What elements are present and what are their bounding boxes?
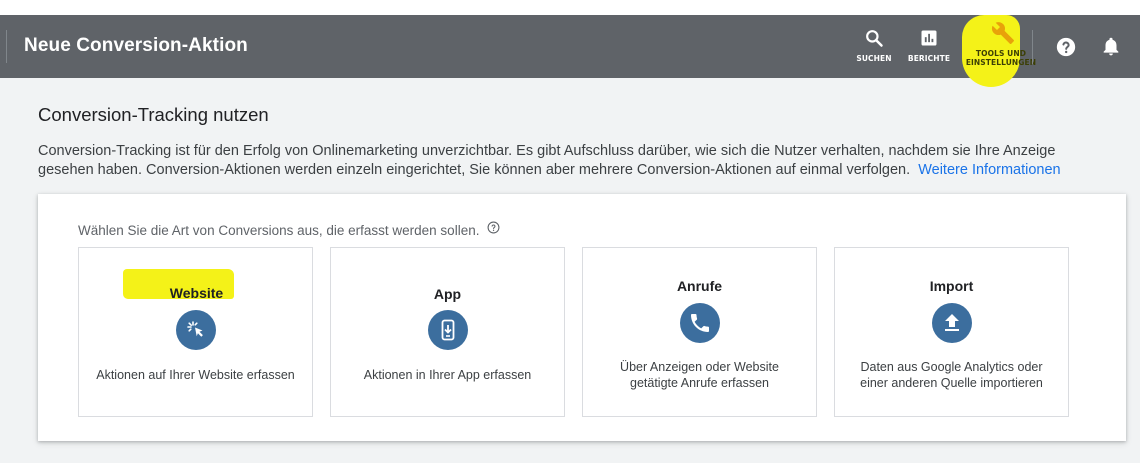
search-icon <box>864 28 884 53</box>
notifications-button[interactable] <box>1097 15 1125 78</box>
prompt-text: Wählen Sie die Art von Conversions aus, … <box>78 223 480 238</box>
wrench-icon <box>991 21 1015 50</box>
option-app[interactable]: App Aktionen in Ihrer App erfassen <box>330 247 565 417</box>
bell-icon <box>1101 36 1121 63</box>
conversion-type-prompt: Wählen Sie die Art von Conversions aus, … <box>78 221 500 238</box>
option-description: Aktionen in Ihrer App erfassen <box>363 368 532 382</box>
section-title: Conversion-Tracking nutzen <box>38 104 269 125</box>
search-label: SUCHEN <box>856 54 892 63</box>
help-button[interactable] <box>1052 15 1080 78</box>
option-description: Über Anzeigen oder Website getätigte Anr… <box>620 360 779 390</box>
tools-label-line-1: TOOLS UND <box>975 49 1027 58</box>
page-title: Neue Conversion-Aktion <box>24 35 248 56</box>
tools-label-line-2: EINSTELLUNGEN <box>965 58 1037 67</box>
option-title: App <box>433 286 462 302</box>
option-import[interactable]: Import Daten aus Google Analytics oder e… <box>834 247 1069 417</box>
tools-and-settings-button[interactable]: TOOLS UND EINSTELLUNGEN <box>961 15 1037 78</box>
help-icon <box>1055 36 1077 63</box>
phone-download-icon <box>427 310 468 350</box>
help-outline-icon[interactable] <box>487 221 500 237</box>
option-title: Import <box>929 278 974 294</box>
bar-chart-icon <box>919 28 939 53</box>
learn-more-link[interactable]: Weitere Informationen <box>918 162 1060 178</box>
option-calls[interactable]: Anrufe Über Anzeigen oder Website getäti… <box>582 247 817 417</box>
option-description: Daten aus Google Analytics oder einer an… <box>860 360 1043 390</box>
header-separator <box>1032 30 1033 64</box>
option-description: Aktionen auf Ihrer Website erfassen <box>96 368 295 382</box>
top-app-bar: Neue Conversion-Aktion SUCHEN BERICHTE T… <box>0 15 1140 87</box>
upload-icon <box>931 303 972 343</box>
top-strip <box>0 0 1140 15</box>
cursor-click-icon <box>175 310 216 350</box>
search-button[interactable]: SUCHEN <box>851 15 897 78</box>
description-text: Conversion-Tracking ist für den Erfolg v… <box>38 143 1056 178</box>
website-highlight-title: Website <box>169 285 224 301</box>
section-description: Conversion-Tracking ist für den Erfolg v… <box>38 142 1108 180</box>
option-title: Anrufe <box>676 278 723 294</box>
tools-label: TOOLS UND EINSTELLUNGEN <box>963 49 1039 67</box>
reports-label: BERICHTE <box>907 54 951 63</box>
phone-call-icon <box>679 303 720 343</box>
conversion-type-card: Wählen Sie die Art von Conversions aus, … <box>38 194 1126 441</box>
header-divider <box>6 30 7 63</box>
reports-button[interactable]: BERICHTE <box>904 15 954 78</box>
